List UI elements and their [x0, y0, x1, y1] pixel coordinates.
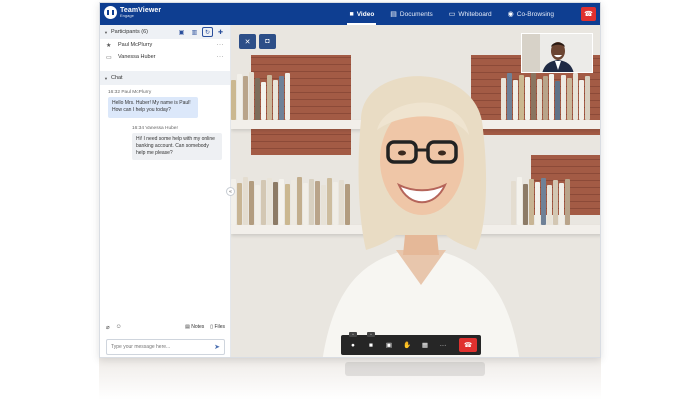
- chevron-up-icon[interactable]: ^: [367, 332, 375, 337]
- participant-name: Vanessa Huber: [118, 54, 156, 60]
- participants-title: Participants (6): [110, 29, 148, 35]
- tab-documents-label: Documents: [399, 10, 433, 18]
- participant-name: Paul McPlurry: [118, 42, 153, 48]
- message-time: 16:34: [132, 125, 145, 131]
- chat-title: Chat: [110, 75, 123, 81]
- screen-share-button[interactable]: ▣: [381, 338, 397, 352]
- self-view-video[interactable]: [521, 33, 593, 73]
- files-button[interactable]: ▯ Files: [210, 324, 225, 330]
- message-time: 16:32: [108, 90, 121, 95]
- more-options-icon: ···: [439, 341, 447, 349]
- double-chevron-left-icon: «: [229, 188, 232, 195]
- brand-subtitle: Engage: [120, 13, 134, 18]
- message-author: Vanessa Huber: [145, 125, 179, 131]
- remote-participant-video: [322, 76, 520, 357]
- caret-down-icon: ▼: [104, 75, 108, 81]
- phone-book-icon[interactable]: ▥: [189, 27, 200, 37]
- more-options-icon[interactable]: ···: [217, 42, 225, 48]
- chevron-up-icon[interactable]: ^: [349, 332, 357, 337]
- chat-message: Hello Mrs. Huber! My name is Paul! How c…: [108, 97, 198, 118]
- message-meta: 16:32 Paul McPlurry: [100, 90, 230, 95]
- composer-toolbar: ⌀ ☺ ▤ Notes ▯ Files: [106, 322, 225, 332]
- paperclip-icon[interactable]: ⌀: [106, 324, 110, 331]
- monitor-icon: ▭: [106, 54, 112, 61]
- collapse-arrows-icon: ✕: [244, 38, 251, 46]
- grid-icon: ▦: [421, 342, 429, 349]
- teamviewer-logo-icon: [104, 6, 117, 19]
- participant-item[interactable]: ▭ Vanessa Huber ···: [100, 51, 230, 63]
- eye-icon: ◉: [507, 11, 514, 18]
- files-label: Files: [214, 324, 225, 330]
- add-person-icon[interactable]: ✚: [215, 27, 226, 37]
- tab-video[interactable]: ■ Video: [341, 3, 382, 25]
- whiteboard-icon: ▭: [448, 11, 456, 18]
- tab-whiteboard[interactable]: ▭ Whiteboard: [441, 3, 500, 25]
- send-icon[interactable]: ➤: [214, 343, 220, 351]
- message-composer: ➤: [106, 339, 225, 355]
- chat-header[interactable]: ▼ Chat: [100, 71, 230, 85]
- more-options-icon[interactable]: ···: [217, 54, 225, 60]
- notes-button[interactable]: ▤ Notes: [185, 324, 204, 330]
- participants-header[interactable]: ▼ Participants (6) ▣ ▥ ↻ ✚: [100, 25, 230, 39]
- snapshot-button[interactable]: ◘: [259, 34, 276, 49]
- star-icon: ★: [106, 42, 112, 49]
- tab-whiteboard-label: Whiteboard: [458, 10, 492, 18]
- phone-hangup-icon: ☎: [584, 11, 593, 18]
- sidebar: ▼ Participants (6) ▣ ▥ ↻ ✚ ★ Paul McPlur…: [100, 25, 231, 357]
- refresh-icon[interactable]: ↻: [202, 27, 213, 37]
- hand-icon: ✋: [402, 342, 412, 349]
- layout-button[interactable]: ▦: [417, 338, 433, 352]
- screen-share-icon[interactable]: ▣: [176, 27, 187, 37]
- fullscreen-toggle-button[interactable]: ✕: [239, 34, 256, 49]
- call-control-bar: ^ ● ^ ■ ▣ ✋ ▦ ··· ☎: [341, 332, 481, 355]
- caret-down-icon: ▼: [104, 29, 108, 35]
- brand: TeamViewer Engage: [104, 6, 161, 19]
- window-reflection: [99, 358, 601, 400]
- message-input[interactable]: [111, 344, 211, 350]
- phone-hangup-icon: ☎: [463, 342, 473, 349]
- message-author: Paul McPlurry: [121, 90, 152, 95]
- tab-video-label: Video: [356, 10, 375, 18]
- camera-button[interactable]: ^ ■: [363, 332, 379, 352]
- end-session-button[interactable]: ☎: [581, 7, 596, 21]
- tab-co-browsing-label: Co-Browsing: [516, 10, 554, 18]
- participant-item[interactable]: ★ Paul McPlurry ···: [100, 39, 230, 51]
- tab-co-browsing[interactable]: ◉ Co-Browsing: [500, 3, 562, 25]
- message-meta: 16:34 Vanessa Huber: [100, 126, 230, 131]
- camera-icon: ◘: [265, 38, 270, 45]
- hang-up-button[interactable]: ☎: [459, 338, 477, 352]
- tab-documents[interactable]: ▤ Documents: [382, 3, 441, 25]
- self-view-image: [522, 34, 592, 72]
- video-stage: ✕ ◘ ^ ● ^ ■ ▣ ✋ ▦ ··· ☎: [231, 25, 600, 357]
- screen-share-icon: ▣: [385, 342, 393, 349]
- emoji-icon[interactable]: ☺: [116, 324, 122, 330]
- top-bar: TeamViewer Engage ■ Video ▤ Documents ▭ …: [100, 3, 600, 25]
- chat-message: Hi! I need some help with my online bank…: [132, 132, 222, 161]
- video-camera-icon: ■: [369, 341, 373, 349]
- video-camera-icon: ■: [349, 10, 354, 18]
- microphone-button[interactable]: ^ ●: [345, 332, 361, 352]
- notes-label: Notes: [191, 324, 205, 330]
- collapse-sidebar-button[interactable]: «: [226, 187, 235, 196]
- document-icon: ▤: [390, 11, 397, 18]
- raise-hand-button[interactable]: ✋: [399, 338, 415, 352]
- main-nav: ■ Video ▤ Documents ▭ Whiteboard ◉ Co-Br…: [341, 3, 562, 25]
- microphone-icon: ●: [351, 341, 355, 349]
- app-window: TeamViewer Engage ■ Video ▤ Documents ▭ …: [99, 2, 601, 358]
- more-button[interactable]: ···: [435, 338, 451, 352]
